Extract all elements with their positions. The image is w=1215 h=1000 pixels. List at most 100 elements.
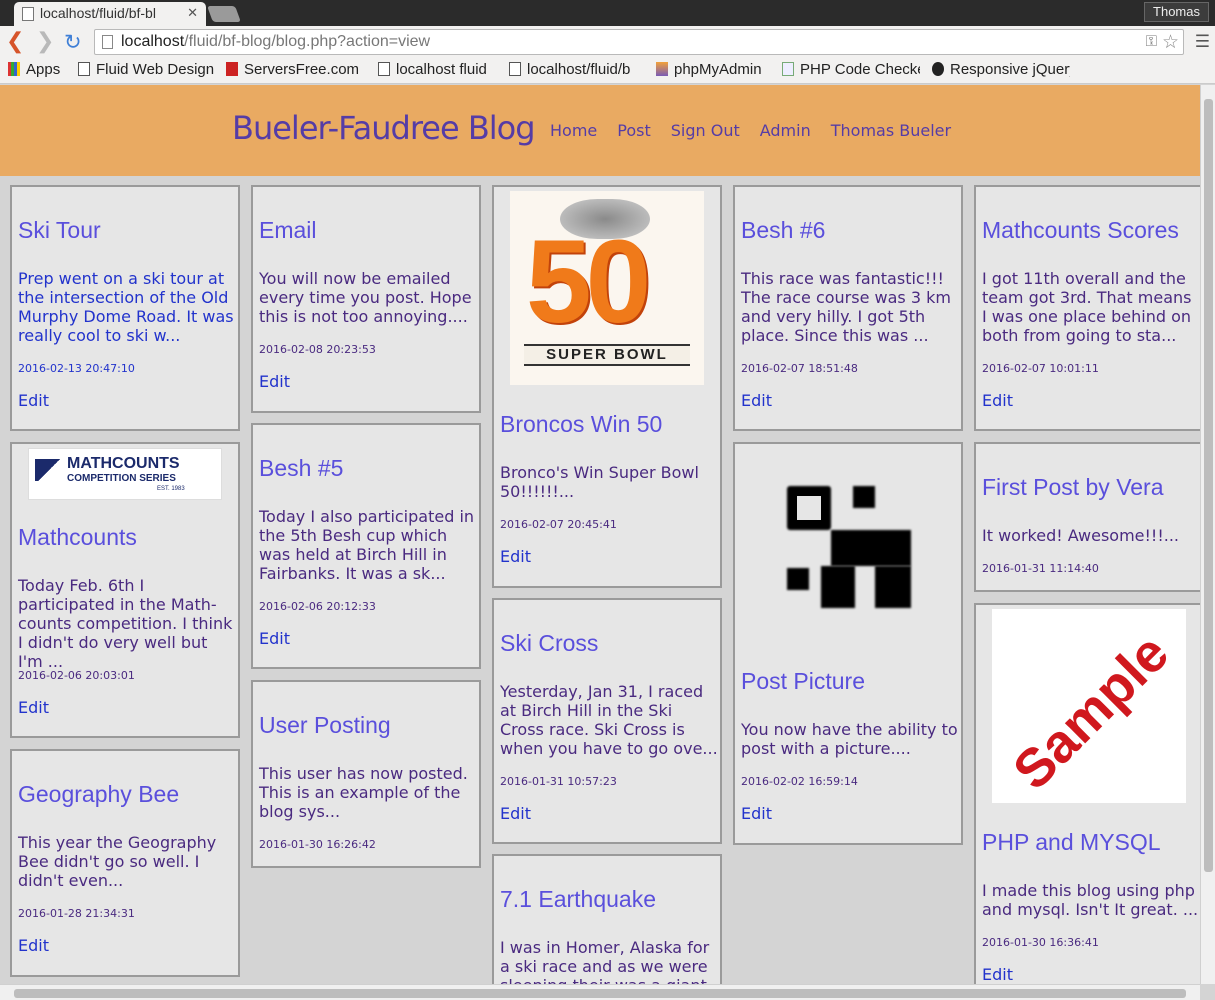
post-card: Besh #5 Today I also participated in the… xyxy=(251,423,481,669)
post-excerpt: This race was fantastic!!! The race cour… xyxy=(741,269,951,345)
nav-user[interactable]: Thomas Bueler xyxy=(831,121,951,140)
star-icon[interactable]: ☆ xyxy=(1162,31,1179,54)
sample-image: Sample xyxy=(992,609,1186,803)
post-title[interactable]: PHP and MYSQL xyxy=(982,829,1161,856)
post-title[interactable]: First Post by Vera xyxy=(982,474,1164,501)
post-date: 2016-02-07 10:01:11 xyxy=(982,362,1099,375)
post-date: 2016-02-13 20:47:10 xyxy=(18,362,135,375)
nav-post[interactable]: Post xyxy=(617,121,650,140)
scroll-thumb[interactable] xyxy=(1204,99,1213,872)
post-date: 2016-02-06 20:12:33 xyxy=(259,600,376,613)
post-excerpt: Prep went on a ski tour at the intersect… xyxy=(18,269,234,345)
profile-button[interactable]: Thomas xyxy=(1144,2,1209,22)
bookmark-item[interactable]: Fluid Web Design xyxy=(78,61,216,81)
post-title[interactable]: Geography Bee xyxy=(18,781,179,808)
edit-link[interactable]: Edit xyxy=(741,391,772,410)
post-card: Mathcounts Scores I got 11th overall and… xyxy=(974,185,1200,431)
edit-link[interactable]: Edit xyxy=(982,965,1013,984)
edit-link[interactable]: Edit xyxy=(500,547,531,566)
jquery-icon xyxy=(932,62,944,76)
post-title[interactable]: Besh #6 xyxy=(741,217,825,244)
tab-strip: localhost/fluid/bf-bl ✕ Thomas xyxy=(0,0,1215,26)
bookmark-item[interactable]: phpMyAdmin xyxy=(656,61,772,81)
phpmyadmin-icon xyxy=(656,62,668,76)
post-card: 7.1 Earthquake I was in Homer, Alaska fo… xyxy=(492,854,722,984)
tab-title: localhost/fluid/bf-bl xyxy=(40,5,156,21)
post-card: Geography Bee This year the Geography Be… xyxy=(10,749,240,977)
bookmark-item[interactable]: localhost fluid xyxy=(378,61,500,81)
page-icon xyxy=(22,7,34,21)
post-date: 2016-02-02 16:59:14 xyxy=(741,775,858,788)
bookmarks-bar: Apps Fluid Web Design ServersFree.com lo… xyxy=(0,60,1215,84)
post-excerpt: I got 11th overall and the team got 3rd.… xyxy=(982,269,1192,345)
nav-sign-out[interactable]: Sign Out xyxy=(671,121,740,140)
post-title[interactable]: User Posting xyxy=(259,712,391,739)
apps-icon xyxy=(8,62,20,76)
post-excerpt: Today Feb. 6th I participated in the Mat… xyxy=(18,576,233,671)
reload-icon[interactable]: ↻ xyxy=(64,31,82,53)
back-icon[interactable]: ❮ xyxy=(6,31,24,53)
post-title[interactable]: Mathcounts Scores xyxy=(982,217,1179,244)
edit-link[interactable]: Edit xyxy=(259,372,290,391)
horizontal-scrollbar[interactable] xyxy=(0,984,1200,1000)
post-title[interactable]: Broncos Win 50 xyxy=(500,411,662,438)
edit-link[interactable]: Edit xyxy=(18,391,49,410)
post-date: 2016-01-31 11:14:40 xyxy=(982,562,1099,575)
chevron-icon xyxy=(35,459,63,481)
post-excerpt: I made this blog using php and mysql. Is… xyxy=(982,881,1199,919)
post-card: MATHCOUNTS COMPETITION SERIES EST. 1983 … xyxy=(10,442,240,738)
site-nav: Home Post Sign Out Admin Thomas Bueler xyxy=(550,121,971,140)
scroll-thumb[interactable] xyxy=(14,989,1186,998)
post-title[interactable]: Post Picture xyxy=(741,668,865,695)
edit-link[interactable]: Edit xyxy=(259,629,290,648)
post-date: 2016-02-06 20:03:01 xyxy=(18,669,135,682)
bookmark-item[interactable]: PHP Code Checker xyxy=(782,61,920,81)
post-title[interactable]: Ski Cross xyxy=(500,630,598,657)
qr-pattern-image xyxy=(751,448,945,642)
post-date: 2016-01-30 16:26:42 xyxy=(259,838,376,851)
bookmark-item[interactable]: localhost/fluid/b xyxy=(509,61,645,81)
post-excerpt: It worked! Awesome!!!... xyxy=(982,526,1180,545)
post-excerpt: Yesterday, Jan 31, I raced at Birch Hill… xyxy=(500,682,718,758)
site-title[interactable]: Bueler-Faudree Blog xyxy=(232,109,536,147)
serversfree-icon xyxy=(226,62,238,76)
browser-tab[interactable]: localhost/fluid/bf-bl ✕ xyxy=(14,2,206,26)
edit-link[interactable]: Edit xyxy=(18,936,49,955)
bookmark-apps[interactable]: Apps xyxy=(8,61,68,81)
post-date: 2016-02-07 20:45:41 xyxy=(500,518,617,531)
post-date: 2016-02-07 18:51:48 xyxy=(741,362,858,375)
address-bar[interactable]: localhost/fluid/bf-blog/blog.php?action=… xyxy=(94,29,1184,55)
nav-home[interactable]: Home xyxy=(550,121,597,140)
post-date: 2016-01-28 21:34:31 xyxy=(18,907,135,920)
edit-link[interactable]: Edit xyxy=(500,804,531,823)
new-tab-button[interactable] xyxy=(207,6,241,22)
url-host: localhost xyxy=(121,33,185,50)
super-bowl-image: 50 SUPER BOWL xyxy=(510,191,704,385)
bookmark-item[interactable]: Responsive jQuery xyxy=(932,61,1070,81)
page-icon xyxy=(378,62,390,76)
vertical-scrollbar[interactable] xyxy=(1200,85,1215,984)
post-title[interactable]: 7.1 Earthquake xyxy=(500,886,656,913)
site-header: Bueler-Faudree Blog Home Post Sign Out Admi… xyxy=(0,85,1200,176)
edit-link[interactable]: Edit xyxy=(18,698,49,717)
edit-link[interactable]: Edit xyxy=(982,391,1013,410)
post-card: Besh #6 This race was fantastic!!! The r… xyxy=(733,185,963,431)
post-title[interactable]: Ski Tour xyxy=(18,217,101,244)
post-title[interactable]: Email xyxy=(259,217,317,244)
post-excerpt: You now have the ability to post with a … xyxy=(741,720,958,758)
close-icon[interactable]: ✕ xyxy=(187,5,198,21)
page-icon xyxy=(102,35,113,49)
nav-admin[interactable]: Admin xyxy=(760,121,811,140)
post-excerpt: Bronco's Win Super Bowl 50!!!!!!... xyxy=(500,463,699,501)
post-title[interactable]: Mathcounts xyxy=(18,524,137,551)
key-icon[interactable]: ⚿ xyxy=(1146,33,1157,50)
post-card: Ski Cross Yesterday, Jan 31, I raced at … xyxy=(492,598,722,844)
forward-icon[interactable]: ❯ xyxy=(36,31,54,53)
post-card: Post Picture You now have the ability to… xyxy=(733,442,963,845)
post-title[interactable]: Besh #5 xyxy=(259,455,343,482)
edit-link[interactable]: Edit xyxy=(741,804,772,823)
url-path: /fluid/bf-blog/blog.php?action=view xyxy=(184,33,431,50)
menu-icon[interactable]: ☰ xyxy=(1195,32,1210,52)
post-excerpt: Today I also participated in the 5th Bes… xyxy=(259,507,475,583)
bookmark-item[interactable]: ServersFree.com xyxy=(226,61,366,81)
